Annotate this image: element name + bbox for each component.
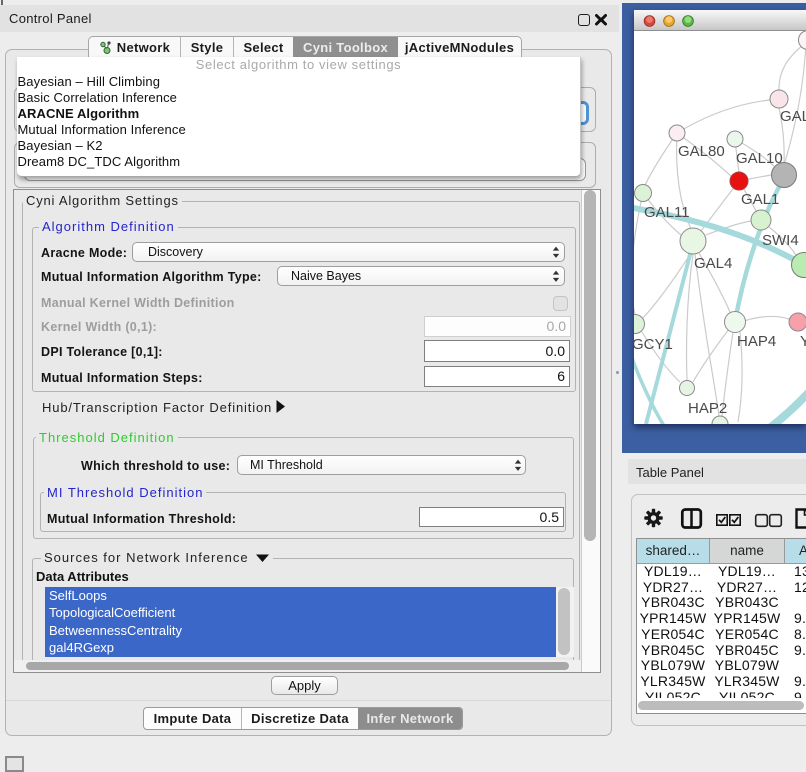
svg-text:YB: YB: [800, 333, 806, 350]
svg-text:GAL1: GAL1: [741, 191, 779, 208]
svg-text:GAL4: GAL4: [694, 255, 732, 272]
svg-text:GAL80: GAL80: [678, 143, 725, 160]
svg-text:GCY1: GCY1: [634, 336, 673, 353]
svg-text:GAL7: GAL7: [780, 108, 806, 125]
svg-text:GAL11: GAL11: [644, 204, 690, 221]
svg-text:SWI4: SWI4: [762, 232, 799, 249]
svg-text:HAP4: HAP4: [737, 333, 776, 350]
svg-text:HAP2: HAP2: [688, 400, 727, 417]
svg-text:GAL10: GAL10: [736, 150, 783, 167]
